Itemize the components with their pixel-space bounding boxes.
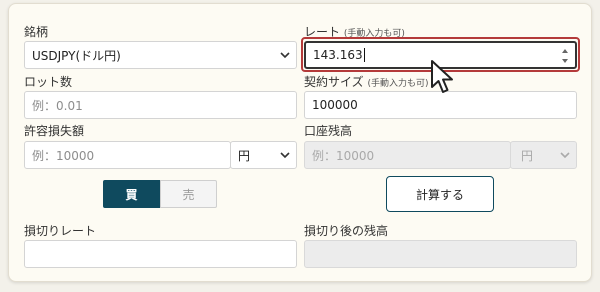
chevron-down-icon bbox=[280, 52, 290, 59]
contract-input[interactable]: 100000 bbox=[304, 91, 577, 119]
chevron-down-icon bbox=[560, 152, 570, 159]
rate-label-wrap: レート (手動入力も可) bbox=[304, 23, 405, 40]
balance-label: 口座残高 bbox=[304, 124, 353, 138]
loss-currency-value: 円 bbox=[238, 148, 251, 163]
text-caret bbox=[363, 48, 365, 62]
lot-input[interactable]: 例：0.01 bbox=[24, 91, 297, 119]
loss-label: 許容損失額 bbox=[24, 124, 85, 138]
loss-placeholder: 例：10000 bbox=[32, 148, 95, 163]
calculate-button[interactable]: 計算する bbox=[386, 176, 494, 212]
after-balance-label: 損切り後の残高 bbox=[304, 224, 389, 238]
pair-select[interactable]: USDJPY(ドル円) bbox=[24, 41, 297, 69]
rate-input-value: 143.163 bbox=[313, 48, 363, 62]
loss-input[interactable]: 例：10000 bbox=[24, 141, 231, 169]
spinner-arrows-icon[interactable] bbox=[561, 47, 569, 65]
after-balance-output bbox=[304, 240, 577, 268]
contract-label: 契約サイズ bbox=[304, 75, 364, 89]
rate-note: (手動入力も可) bbox=[343, 29, 405, 39]
stop-rate-output bbox=[24, 240, 297, 268]
lot-label: ロット数 bbox=[24, 75, 73, 89]
balance-currency-value: 円 bbox=[521, 148, 534, 163]
stop-rate-label: 損切りレート bbox=[24, 224, 97, 238]
loss-currency-select[interactable]: 円 bbox=[230, 141, 297, 169]
contract-label-wrap: 契約サイズ (手動入力も可) bbox=[304, 73, 429, 90]
balance-currency-select: 円 bbox=[510, 141, 577, 169]
mouse-pointer-icon bbox=[431, 60, 453, 93]
contract-input-value: 100000 bbox=[312, 98, 358, 112]
pair-select-value: USDJPY(ドル円) bbox=[32, 48, 121, 63]
balance-input: 例：10000 bbox=[304, 141, 511, 169]
contract-note: (手動入力も可) bbox=[367, 79, 429, 89]
balance-placeholder: 例：10000 bbox=[312, 148, 375, 163]
pair-label: 銘柄 bbox=[24, 25, 49, 39]
rate-label: レート bbox=[304, 25, 341, 39]
lot-placeholder: 例：0.01 bbox=[32, 98, 83, 113]
chevron-down-icon bbox=[280, 152, 290, 159]
sell-button[interactable]: 売 bbox=[160, 180, 217, 208]
buy-button[interactable]: 買 bbox=[103, 180, 160, 208]
